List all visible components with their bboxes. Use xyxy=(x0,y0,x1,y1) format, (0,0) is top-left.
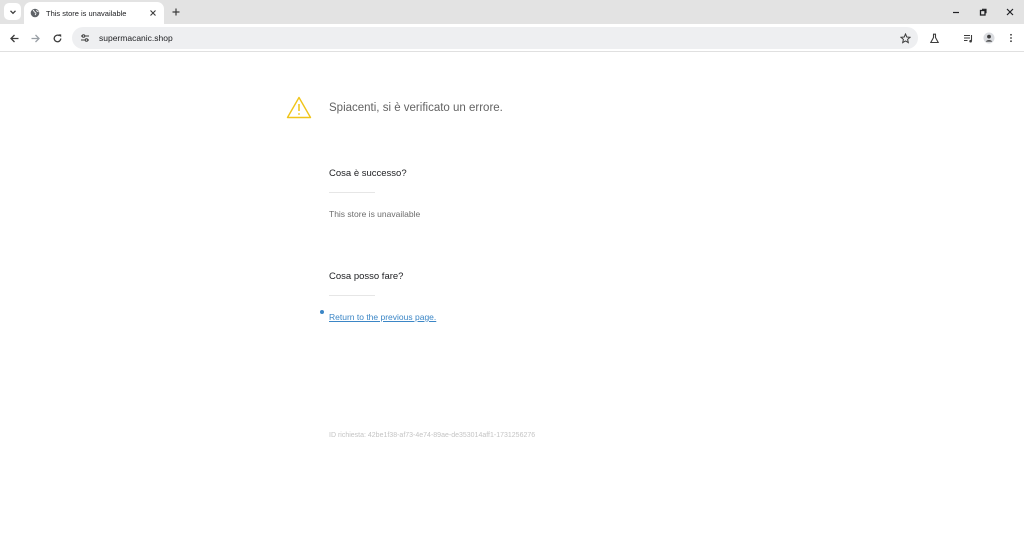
error-headline: Spiacenti, si è verificato un errore. xyxy=(329,102,503,114)
menu-icon xyxy=(1010,33,1012,43)
active-tab[interactable]: This store is unavailable xyxy=(24,2,164,24)
window-close-icon xyxy=(1006,8,1014,16)
labs-button[interactable] xyxy=(926,30,942,46)
minimize-icon xyxy=(953,11,959,14)
minimize-button[interactable] xyxy=(947,3,965,21)
divider xyxy=(329,295,375,296)
list-bullet xyxy=(320,310,324,314)
restore-icon xyxy=(979,8,987,16)
url-text[interactable]: supermacanic.shop xyxy=(99,33,898,43)
warning-icon xyxy=(286,96,312,119)
page-content: Spiacenti, si è verificato un errore. Co… xyxy=(0,53,1024,547)
tab-search-icon xyxy=(9,9,16,14)
what-to-do-heading: Cosa posso fare? xyxy=(329,271,404,282)
what-happened-text: This store is unavailable xyxy=(329,209,421,219)
tune-icon[interactable] xyxy=(78,31,92,45)
forward-icon xyxy=(31,34,40,42)
address-bar[interactable]: supermacanic.shop xyxy=(72,27,918,49)
media-icon xyxy=(963,34,972,42)
browser-toolbar: supermacanic.shop xyxy=(0,24,1024,52)
reload-icon xyxy=(53,33,61,42)
back-icon xyxy=(9,34,18,42)
globe-icon xyxy=(30,8,40,18)
close-icon[interactable] xyxy=(148,8,158,18)
tab-strip: This store is unavailable xyxy=(0,0,1024,24)
return-previous-page-link[interactable]: Return to the previous page. xyxy=(329,312,436,322)
media-button[interactable] xyxy=(960,30,976,46)
star-icon[interactable] xyxy=(898,31,912,45)
tab-search-button[interactable] xyxy=(4,3,21,20)
request-id: ID richiesta: 42be1f38-af73-4e74-89ae-de… xyxy=(329,432,536,439)
restore-button[interactable] xyxy=(974,3,992,21)
window-close-button[interactable] xyxy=(1001,3,1019,21)
labs-icon xyxy=(929,33,939,43)
forward-button[interactable] xyxy=(26,29,44,47)
tab-title: This store is unavailable xyxy=(46,8,127,18)
what-happened-heading: Cosa è successo? xyxy=(329,168,407,179)
reload-button[interactable] xyxy=(48,29,66,47)
plus-icon xyxy=(172,8,180,16)
menu-button[interactable] xyxy=(1003,30,1019,46)
profile-button[interactable] xyxy=(981,30,997,46)
profile-icon xyxy=(983,32,995,44)
back-button[interactable] xyxy=(5,29,23,47)
divider xyxy=(329,192,375,193)
new-tab-button[interactable] xyxy=(168,4,184,20)
